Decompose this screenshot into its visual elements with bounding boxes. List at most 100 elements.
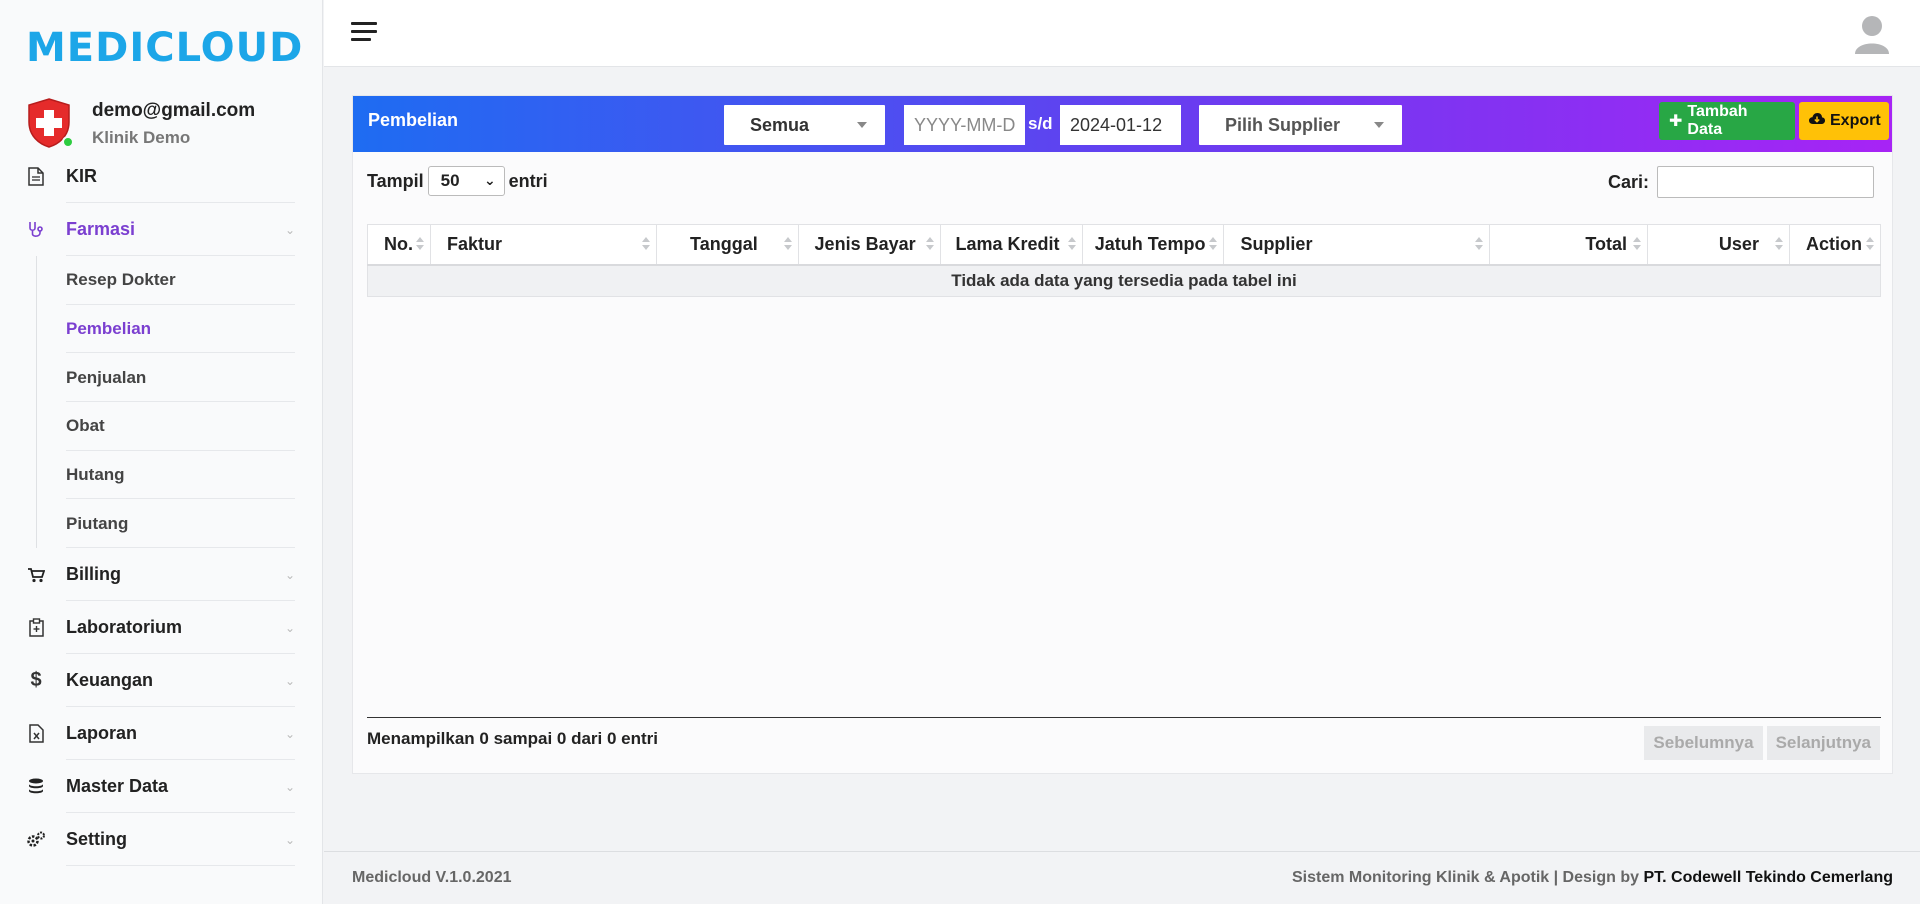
payment-type-select[interactable]: Semua [724, 105, 885, 145]
database-icon [26, 777, 46, 797]
column-header-user[interactable]: User [1647, 224, 1790, 266]
clipboard-icon [26, 618, 46, 638]
search-input[interactable] [1657, 166, 1874, 198]
column-header-lama-kredit[interactable]: Lama Kredit [939, 224, 1083, 266]
logo-text: MEDICLOUD [26, 25, 304, 71]
column-header-faktur[interactable]: Faktur [429, 224, 657, 266]
sort-icon [783, 237, 792, 251]
sidebar-subitem-resep-dokter[interactable]: Resep Dokter [66, 256, 323, 305]
credit-prefix: Sistem Monitoring Klinik & Apotik | Desi… [1292, 869, 1640, 886]
app-version: Medicloud V.1.0.2021 [352, 869, 512, 886]
sidebar-item-label: Laboratorium [66, 617, 183, 638]
card-title: Pembelian [368, 110, 459, 130]
add-data-button[interactable]: ✚ Tambah Data [1659, 102, 1795, 140]
user-panel: demo@gmail.com Klinik Demo [26, 98, 255, 148]
pagination: Sebelumnya Selanjutnya [1640, 726, 1880, 760]
footer: Medicloud V.1.0.2021 Sistem Monitoring K… [324, 851, 1920, 904]
column-header-total[interactable]: Total [1489, 224, 1649, 266]
date-separator: s/d [1028, 114, 1053, 133]
table-info: Menampilkan 0 sampai 0 dari 0 entri [367, 729, 659, 748]
chevron-down-icon: ⌄ [284, 674, 295, 689]
page-length-control: Tampil 50 ⌄ entri [367, 166, 548, 196]
page-length-value: 50 [440, 171, 460, 190]
next-page-button[interactable]: Selanjutnya [1766, 726, 1880, 760]
export-button[interactable]: Export [1799, 102, 1889, 140]
table-search: Cari: [1608, 166, 1874, 198]
sidebar-item-laboratorium[interactable]: Laboratorium ⌄ [0, 601, 323, 655]
chevron-down-icon: ⌄ [284, 833, 295, 848]
chevron-down-icon: ⌄ [284, 223, 295, 237]
export-label: Export [1830, 112, 1881, 129]
cloud-download-icon [1809, 112, 1825, 130]
sort-icon [641, 237, 650, 251]
sort-icon [925, 237, 934, 251]
sidebar-item-kir[interactable]: KIR [0, 150, 323, 203]
online-status-dot [62, 136, 74, 148]
menu-toggle-icon[interactable] [351, 22, 377, 42]
topbar [324, 0, 1920, 67]
payment-type-value: Semua [750, 114, 810, 135]
date-from-input[interactable]: YYYY-MM-D [904, 105, 1025, 145]
column-header-tanggal[interactable]: Tanggal [655, 224, 799, 266]
excel-file-icon [26, 724, 46, 744]
sort-icon [1866, 237, 1874, 251]
table-bottom-divider [367, 717, 1881, 718]
sort-icon [1774, 237, 1783, 251]
table-row: Tidak ada data yang tersedia pada tabel … [367, 264, 1881, 297]
empty-table-message: Tidak ada data yang tersedia pada tabel … [367, 264, 1881, 297]
plus-icon: ✚ [1669, 113, 1683, 130]
sidebar-item-label: Setting [66, 829, 127, 850]
sidebar-subitem-pembelian[interactable]: Pembelian [66, 305, 323, 354]
page-length-select[interactable]: 50 ⌄ [427, 166, 505, 196]
date-to-input[interactable]: 2024-01-12 [1060, 105, 1181, 145]
document-icon [26, 167, 46, 187]
dollar-icon: $ [30, 669, 42, 692]
sidebar-subitem-hutang[interactable]: Hutang [66, 451, 323, 500]
medicloud-logo[interactable]: MEDICLOUD [26, 25, 304, 71]
user-avatar-icon[interactable] [1854, 14, 1890, 54]
column-header-jenis-bayar[interactable]: Jenis Bayar [797, 224, 941, 266]
sidebar-item-label: Keuangan [66, 670, 154, 691]
sidebar-item-label: Master Data [66, 776, 169, 797]
chevron-down-icon: ⌄ [284, 780, 295, 795]
sidebar-subitem-penjualan[interactable]: Penjualan [66, 353, 323, 402]
column-header-supplier[interactable]: Supplier [1223, 224, 1491, 266]
sidebar-item-billing[interactable]: Billing ⌄ [0, 548, 323, 602]
farmasi-submenu: Resep Dokter Pembelian Penjualan Obat Hu… [0, 256, 323, 549]
sidebar-item-setting[interactable]: Setting ⌄ [0, 813, 323, 867]
caret-down-icon [1374, 122, 1384, 128]
footer-credit: Sistem Monitoring Klinik & Apotik | Desi… [1292, 869, 1893, 887]
entries-label: entri [508, 170, 548, 191]
credit-company-link[interactable]: PT. Codewell Tekindo Cemerlang [1643, 869, 1893, 886]
table-header-row: No. Faktur Tanggal Jenis Bayar Lama Kred… [367, 224, 1882, 266]
clinic-avatar [26, 98, 76, 148]
supplier-select[interactable]: Pilih Supplier [1199, 105, 1402, 145]
stethoscope-icon [26, 220, 46, 240]
sidebar-item-label: Billing [66, 564, 121, 585]
chevron-down-icon: ⌄ [284, 568, 295, 583]
add-data-label: Tambah Data [1687, 103, 1748, 138]
pembelian-table: No. Faktur Tanggal Jenis Bayar Lama Kred… [367, 224, 1882, 297]
sidebar-menu: KIR Farmasi ⌄ Resep Dokter Pembelian Pen… [0, 150, 323, 867]
search-label: Cari: [1607, 171, 1649, 192]
chevron-down-icon: ⌄ [483, 172, 496, 188]
column-header-action[interactable]: Action [1788, 224, 1882, 266]
previous-page-button[interactable]: Sebelumnya [1644, 726, 1763, 760]
gears-icon [26, 830, 46, 850]
sidebar-item-farmasi[interactable]: Farmasi ⌄ [0, 203, 323, 256]
sidebar-subitem-piutang[interactable]: Piutang [66, 499, 323, 548]
user-email: demo@gmail.com [92, 100, 256, 121]
sidebar-subitem-obat[interactable]: Obat [66, 402, 323, 451]
card-header: Pembelian Semua YYYY-MM-D s/d 2024-01-12… [353, 96, 1892, 152]
sidebar-item-label: Farmasi [66, 219, 136, 239]
chevron-down-icon: ⌄ [284, 727, 295, 742]
sort-icon [1067, 237, 1076, 251]
column-header-jatuh-tempo[interactable]: Jatuh Tempo [1081, 224, 1225, 266]
supplier-placeholder: Pilih Supplier [1225, 114, 1341, 135]
caret-down-icon [857, 122, 867, 128]
sidebar-item-laporan[interactable]: Laporan ⌄ [0, 707, 323, 761]
column-header-no[interactable]: No. [367, 224, 431, 266]
sidebar-item-keuangan[interactable]: $ Keuangan ⌄ [0, 654, 323, 708]
user-clinic: Klinik Demo [92, 128, 191, 147]
sidebar-item-master-data[interactable]: Master Data ⌄ [0, 760, 323, 814]
